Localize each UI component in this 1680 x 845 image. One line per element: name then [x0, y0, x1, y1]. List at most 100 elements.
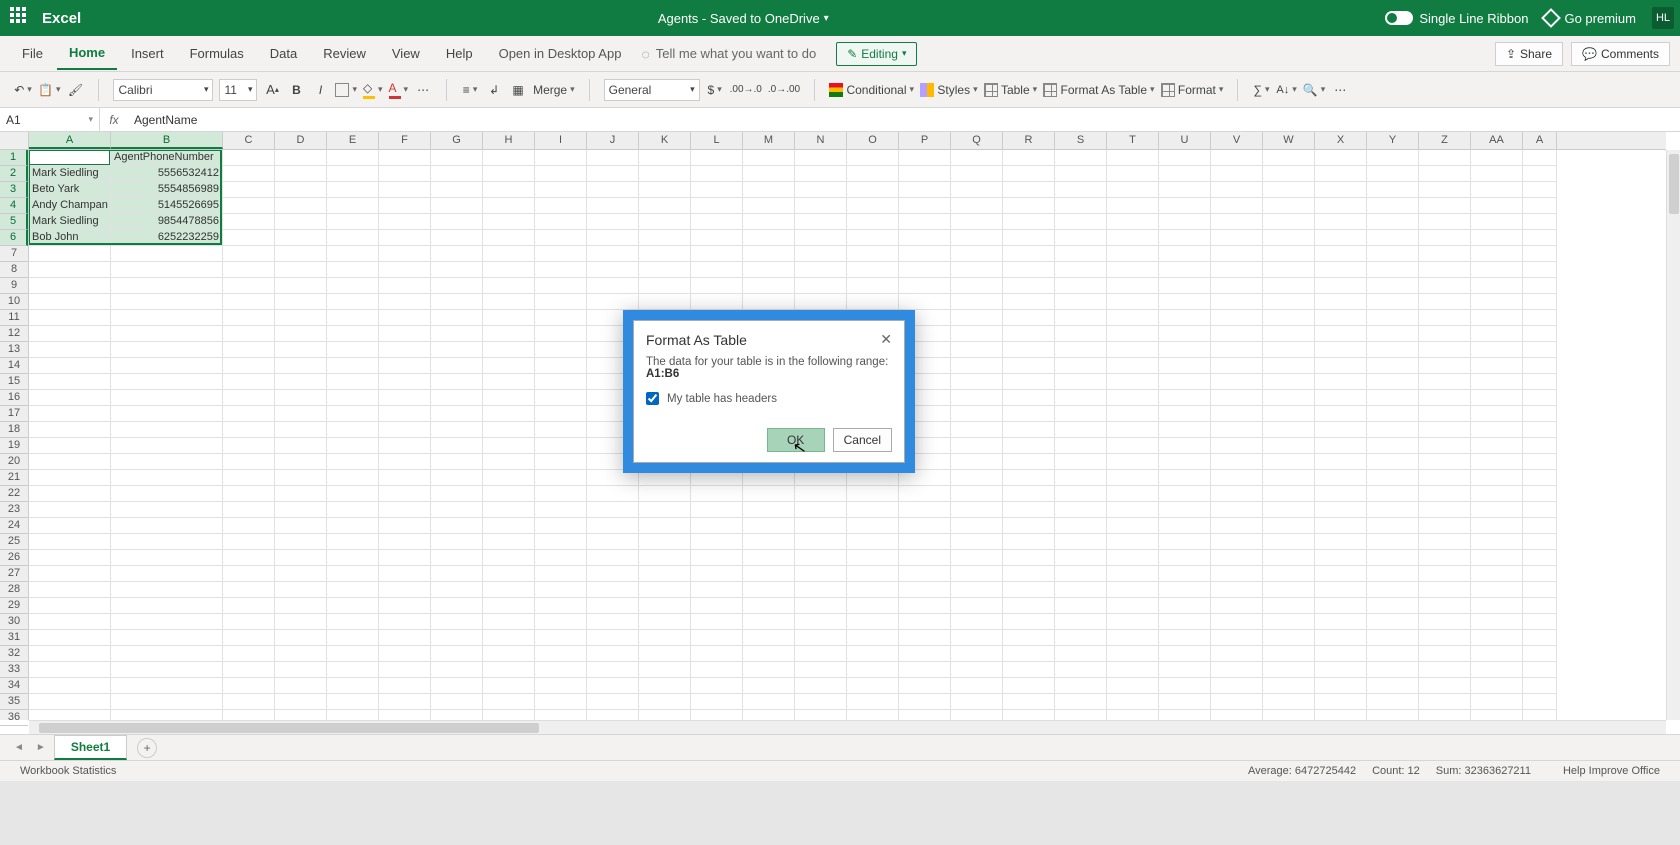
cell[interactable] [223, 374, 275, 390]
cell[interactable] [1159, 150, 1211, 166]
cell[interactable] [29, 614, 111, 630]
format-button[interactable]: Format [1161, 79, 1224, 101]
cell[interactable] [275, 518, 327, 534]
cell[interactable] [535, 486, 587, 502]
cell[interactable]: Beto Yark [29, 182, 111, 198]
cell[interactable] [1211, 166, 1263, 182]
cell[interactable] [379, 390, 431, 406]
cell[interactable] [1263, 630, 1315, 646]
cell[interactable] [639, 630, 691, 646]
cell[interactable] [639, 662, 691, 678]
cell[interactable] [379, 358, 431, 374]
cell[interactable] [379, 710, 431, 720]
cell[interactable] [483, 470, 535, 486]
cell[interactable] [1211, 230, 1263, 246]
cell[interactable] [223, 502, 275, 518]
cell[interactable] [639, 550, 691, 566]
cell[interactable] [795, 294, 847, 310]
cell[interactable] [111, 646, 223, 662]
cell[interactable] [327, 454, 379, 470]
cell[interactable] [1211, 214, 1263, 230]
cell[interactable] [327, 294, 379, 310]
cell[interactable] [691, 182, 743, 198]
cell[interactable] [1107, 614, 1159, 630]
horizontal-scrollbar[interactable] [29, 720, 1666, 734]
cell[interactable] [691, 262, 743, 278]
cell[interactable] [1003, 502, 1055, 518]
cell[interactable] [1263, 454, 1315, 470]
cell[interactable] [29, 294, 111, 310]
cell[interactable] [743, 678, 795, 694]
cell[interactable] [379, 582, 431, 598]
cell[interactable] [111, 374, 223, 390]
cell[interactable] [1159, 182, 1211, 198]
cell[interactable] [275, 310, 327, 326]
cell[interactable] [639, 278, 691, 294]
cell[interactable] [1107, 198, 1159, 214]
cell[interactable] [1211, 598, 1263, 614]
cell[interactable] [1263, 486, 1315, 502]
cell[interactable] [1523, 534, 1557, 550]
cell[interactable] [1367, 502, 1419, 518]
cell[interactable] [1211, 310, 1263, 326]
bold-button[interactable]: B [287, 79, 305, 101]
cell[interactable] [1367, 614, 1419, 630]
cell[interactable] [535, 230, 587, 246]
cell[interactable] [1315, 262, 1367, 278]
cell[interactable] [1055, 150, 1107, 166]
cell[interactable] [847, 566, 899, 582]
cell[interactable] [1419, 198, 1471, 214]
cell[interactable] [431, 230, 483, 246]
italic-button[interactable]: I [311, 79, 329, 101]
cell[interactable] [111, 246, 223, 262]
cell[interactable] [1263, 230, 1315, 246]
cell[interactable] [1471, 614, 1523, 630]
cell[interactable] [379, 182, 431, 198]
cell[interactable] [1055, 390, 1107, 406]
cell[interactable] [275, 342, 327, 358]
cell[interactable] [1003, 614, 1055, 630]
cell[interactable] [275, 550, 327, 566]
cell[interactable] [899, 182, 951, 198]
cell[interactable] [275, 214, 327, 230]
cell[interactable] [431, 390, 483, 406]
cell[interactable] [275, 230, 327, 246]
column-header[interactable]: Y [1367, 132, 1419, 149]
cell[interactable] [691, 678, 743, 694]
cell[interactable] [275, 166, 327, 182]
row-header[interactable]: 2 [0, 166, 28, 182]
cell[interactable] [1419, 694, 1471, 710]
cell[interactable] [483, 598, 535, 614]
cell[interactable] [1003, 518, 1055, 534]
cell[interactable] [275, 662, 327, 678]
cell[interactable] [483, 566, 535, 582]
cell[interactable] [951, 198, 1003, 214]
cell[interactable] [275, 422, 327, 438]
cell[interactable] [431, 182, 483, 198]
cell[interactable] [1107, 294, 1159, 310]
cell[interactable] [111, 326, 223, 342]
cell[interactable] [1263, 566, 1315, 582]
column-header[interactable]: M [743, 132, 795, 149]
cell[interactable] [899, 166, 951, 182]
row-header[interactable]: 17 [0, 406, 28, 422]
cell[interactable] [1367, 406, 1419, 422]
column-header[interactable]: G [431, 132, 483, 149]
tab-home[interactable]: Home [57, 37, 117, 70]
cell[interactable] [1367, 454, 1419, 470]
cell[interactable] [111, 438, 223, 454]
cell[interactable] [1159, 422, 1211, 438]
cell[interactable] [691, 166, 743, 182]
cell[interactable] [1055, 198, 1107, 214]
cell[interactable] [111, 342, 223, 358]
cell[interactable] [483, 390, 535, 406]
cell[interactable] [743, 502, 795, 518]
cell[interactable] [639, 262, 691, 278]
cell[interactable] [223, 454, 275, 470]
cell[interactable] [29, 486, 111, 502]
scroll-thumb[interactable] [1669, 154, 1679, 214]
cell[interactable] [1471, 566, 1523, 582]
cell[interactable] [535, 310, 587, 326]
cell[interactable] [1107, 486, 1159, 502]
cell[interactable] [535, 166, 587, 182]
